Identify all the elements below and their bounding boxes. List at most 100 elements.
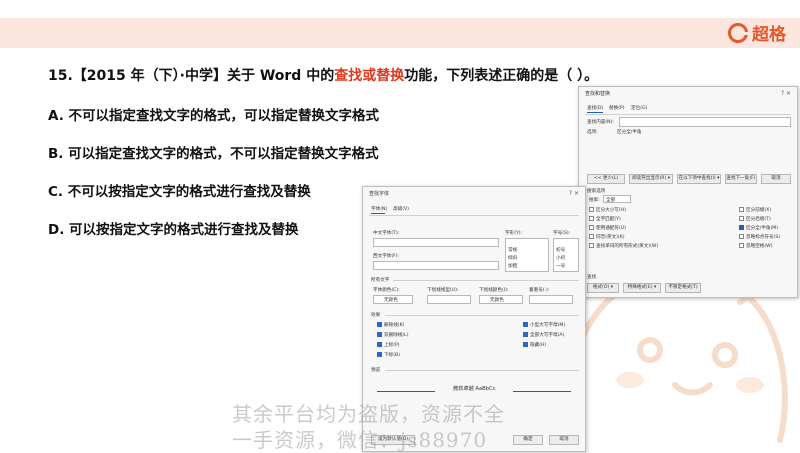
- question-prefix: 15.【2015 年（下）·中学】关于 Word 中的: [48, 68, 335, 84]
- find-replace-dialog: 查找和替换 ? × 查找(D) 替换(P) 定位(G) 查找内容(N): 选项:…: [578, 86, 798, 298]
- check-ignore-punct-label: 忽略标点符号(S): [746, 235, 781, 240]
- font-ok-button[interactable]: 确定: [513, 435, 543, 445]
- font-dialog-title: 查找字体: [369, 191, 390, 197]
- top-banner: [0, 18, 800, 48]
- effect-small-caps-label: 小型大写字母(M): [530, 323, 566, 328]
- size-3[interactable]: 一号: [556, 263, 565, 269]
- cn-font-label: 中文字体(T):: [373, 231, 400, 236]
- size-label: 字号(S):: [553, 231, 571, 236]
- find-section-title: 查找: [587, 275, 597, 280]
- emphasis-select[interactable]: [529, 295, 573, 304]
- cn-font-select[interactable]: [373, 238, 499, 247]
- search-direction-select[interactable]: 全部: [603, 195, 631, 203]
- tab-font[interactable]: 字体(N): [371, 206, 387, 212]
- check-wildcards[interactable]: [589, 225, 594, 230]
- underline-style-select[interactable]: [427, 295, 471, 304]
- underline-color-label: 下划线颜色(I):: [479, 288, 509, 293]
- underline-color-select[interactable]: 无颜色: [479, 295, 523, 304]
- find-next-button[interactable]: 查找下一处(F): [725, 174, 757, 184]
- west-font-select[interactable]: [373, 261, 499, 270]
- check-match-prefix-label: 区分前缀(X): [746, 208, 772, 213]
- effect-strikethrough-label: 删除线(K): [384, 323, 405, 328]
- font-cancel-button[interactable]: 取消: [549, 435, 579, 445]
- effect-all-caps[interactable]: [523, 332, 528, 337]
- check-match-case-label: 区分大小写(H): [596, 208, 627, 213]
- find-in-button[interactable]: 在以下项中查找(I) ▾: [677, 174, 721, 184]
- tab-replace[interactable]: 替换(P): [609, 105, 625, 111]
- size-list[interactable]: 初号 小初 一号: [553, 238, 579, 272]
- check-all-forms-label: 查找单词的所有形式(英文)(W): [596, 244, 659, 249]
- find-what-input[interactable]: [619, 117, 791, 127]
- preview-sample: 微软卓越 AaBbCc: [453, 386, 496, 392]
- find-cancel-button[interactable]: 取消: [761, 174, 791, 184]
- find-dialog-controls[interactable]: ? ×: [781, 87, 791, 101]
- check-sounds-like[interactable]: [589, 234, 594, 239]
- check-match-suffix[interactable]: [739, 216, 744, 221]
- find-dialog-title: 查找和替换: [585, 91, 611, 97]
- check-sounds-like-label: 同音(英文)(K): [596, 235, 625, 240]
- west-font-label: 西文字体(F):: [373, 254, 400, 259]
- check-ignore-space[interactable]: [739, 243, 744, 248]
- option-a: A. 不可以指定查找文字的格式，可以指定替换文字格式: [48, 108, 380, 124]
- size-1[interactable]: 初号: [556, 247, 565, 253]
- style-regular[interactable]: 常规: [508, 247, 517, 253]
- effect-hidden-label: 隐藏(H): [530, 343, 547, 348]
- check-match-suffix-label: 区分后缀(T): [746, 217, 771, 222]
- check-width-label: 区分全/半角(M): [746, 226, 779, 231]
- font-color-label: 字体颜色(C):: [373, 288, 400, 293]
- style-list[interactable]: 常规 倾斜 加粗: [505, 238, 549, 272]
- reading-highlight-button[interactable]: 阅读突出显示(R) ▾: [629, 174, 673, 184]
- check-match-case[interactable]: [589, 207, 594, 212]
- check-match-prefix[interactable]: [739, 207, 744, 212]
- less-button[interactable]: << 更少(L): [587, 174, 625, 184]
- question-text: 15.【2015 年（下）·中学】关于 Word 中的查找或替换功能，下列表述正…: [48, 65, 598, 85]
- emphasis-label: 着重号(·):: [529, 288, 550, 293]
- underline-style-label: 下划线线型(U):: [427, 288, 459, 293]
- question-suffix: 功能，下列表述正确的是（ ）。: [404, 68, 599, 84]
- brand-logo: 超格: [728, 20, 786, 45]
- effects-title: 效果: [371, 313, 381, 318]
- check-ignore-punct[interactable]: [739, 234, 744, 239]
- underline-color-value: 无颜色: [490, 298, 504, 303]
- effect-small-caps[interactable]: [523, 322, 528, 327]
- find-options-label: 选项:: [587, 130, 598, 135]
- tab-goto[interactable]: 定位(G): [631, 105, 647, 111]
- brand-logo-icon: [728, 22, 748, 43]
- check-whole-word-label: 全字匹配(Y): [596, 217, 621, 222]
- no-formatting-button[interactable]: 不限定格式(T): [665, 283, 701, 293]
- question-highlight: 查找或替换: [334, 68, 405, 84]
- find-options-value: 区分全/半角: [617, 130, 642, 135]
- tab-advanced[interactable]: 高级(V): [393, 206, 409, 212]
- tab-find[interactable]: 查找(D): [587, 105, 603, 111]
- check-width[interactable]: [739, 225, 744, 230]
- style-italic[interactable]: 倾斜: [508, 255, 517, 261]
- format-button[interactable]: 格式(O) ▾: [587, 283, 619, 293]
- tab-find-underline: [587, 112, 603, 113]
- tab-font-underline: [371, 213, 385, 214]
- option-c: C. 不可以按指定文字的格式进行查找及替换: [48, 184, 311, 200]
- check-all-forms[interactable]: [589, 243, 594, 248]
- effect-double-strike[interactable]: [377, 332, 382, 337]
- check-whole-word[interactable]: [589, 216, 594, 221]
- effect-hidden[interactable]: [523, 342, 528, 347]
- effect-strikethrough[interactable]: [377, 322, 382, 327]
- effect-superscript[interactable]: [377, 342, 382, 347]
- effect-subscript-label: 下标(B): [384, 353, 400, 358]
- style-bold[interactable]: 加粗: [508, 263, 517, 269]
- effect-subscript[interactable]: [377, 352, 382, 357]
- effect-all-caps-label: 全部大写字母(A): [530, 333, 565, 338]
- search-options-title: 搜索选项: [587, 189, 606, 194]
- font-color-value: 无颜色: [384, 298, 398, 303]
- effect-double-strike-label: 双删除线(L): [384, 333, 409, 338]
- size-2[interactable]: 小初: [556, 255, 565, 261]
- preview-title: 预览: [371, 368, 381, 373]
- font-dialog-controls[interactable]: ? ×: [569, 187, 579, 201]
- font-color-select[interactable]: 无颜色: [373, 295, 413, 304]
- watermark-line-1: 其余平台均为盗版，资源不全: [232, 402, 505, 426]
- search-direction-value: 全部: [606, 198, 616, 203]
- search-direction-label: 搜索:: [589, 198, 600, 203]
- brand-name: 超格: [752, 25, 786, 45]
- special-button[interactable]: 特殊格式(E) ▾: [623, 283, 661, 293]
- style-label: 字形(Y):: [505, 231, 523, 236]
- check-ignore-space-label: 忽略空格(W): [746, 244, 773, 249]
